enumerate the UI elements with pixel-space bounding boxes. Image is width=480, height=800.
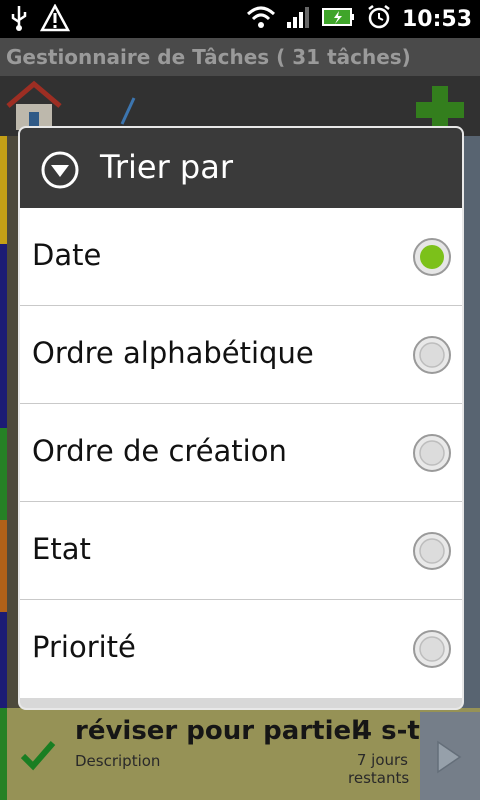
sort-option-alphabetical[interactable]: Ordre alphabétique [20,306,462,404]
status-bar: 10:53 [0,0,480,38]
option-label: Ordre alphabétique [32,336,314,370]
signal-icon [286,4,312,34]
dialog-title: Trier par [100,148,233,186]
usb-icon [8,4,30,36]
radio-unselected-icon[interactable] [412,629,452,673]
dialog-header: Trier par [20,128,462,208]
option-label: Ordre de création [32,434,287,468]
sort-option-priority[interactable]: Priorité [20,600,462,698]
radio-unselected-icon[interactable] [412,433,452,477]
sort-option-date[interactable]: Date [20,208,462,306]
app-title-bar: Gestionnaire de Tâches ( 31 tâches) [0,38,480,76]
option-label: Date [32,238,102,272]
dropdown-circle-icon [40,150,80,194]
wifi-icon [246,4,276,34]
alarm-clock-icon [366,4,392,34]
sort-dialog: Trier par Date Ordre alphabétique Ordre … [18,126,464,710]
sort-option-creation[interactable]: Ordre de création [20,404,462,502]
app-title: Gestionnaire de Tâches ( 31 tâches) [6,45,411,69]
option-label: Etat [32,532,91,566]
battery-charging-icon [321,6,356,32]
status-time: 10:53 [401,6,472,32]
warning-icon [39,3,71,36]
option-label: Priorité [32,630,136,664]
dialog-footer [20,698,462,708]
radio-selected-icon[interactable] [412,237,452,281]
sort-option-state[interactable]: Etat [20,502,462,600]
radio-unselected-icon[interactable] [412,335,452,379]
radio-unselected-icon[interactable] [412,531,452,575]
